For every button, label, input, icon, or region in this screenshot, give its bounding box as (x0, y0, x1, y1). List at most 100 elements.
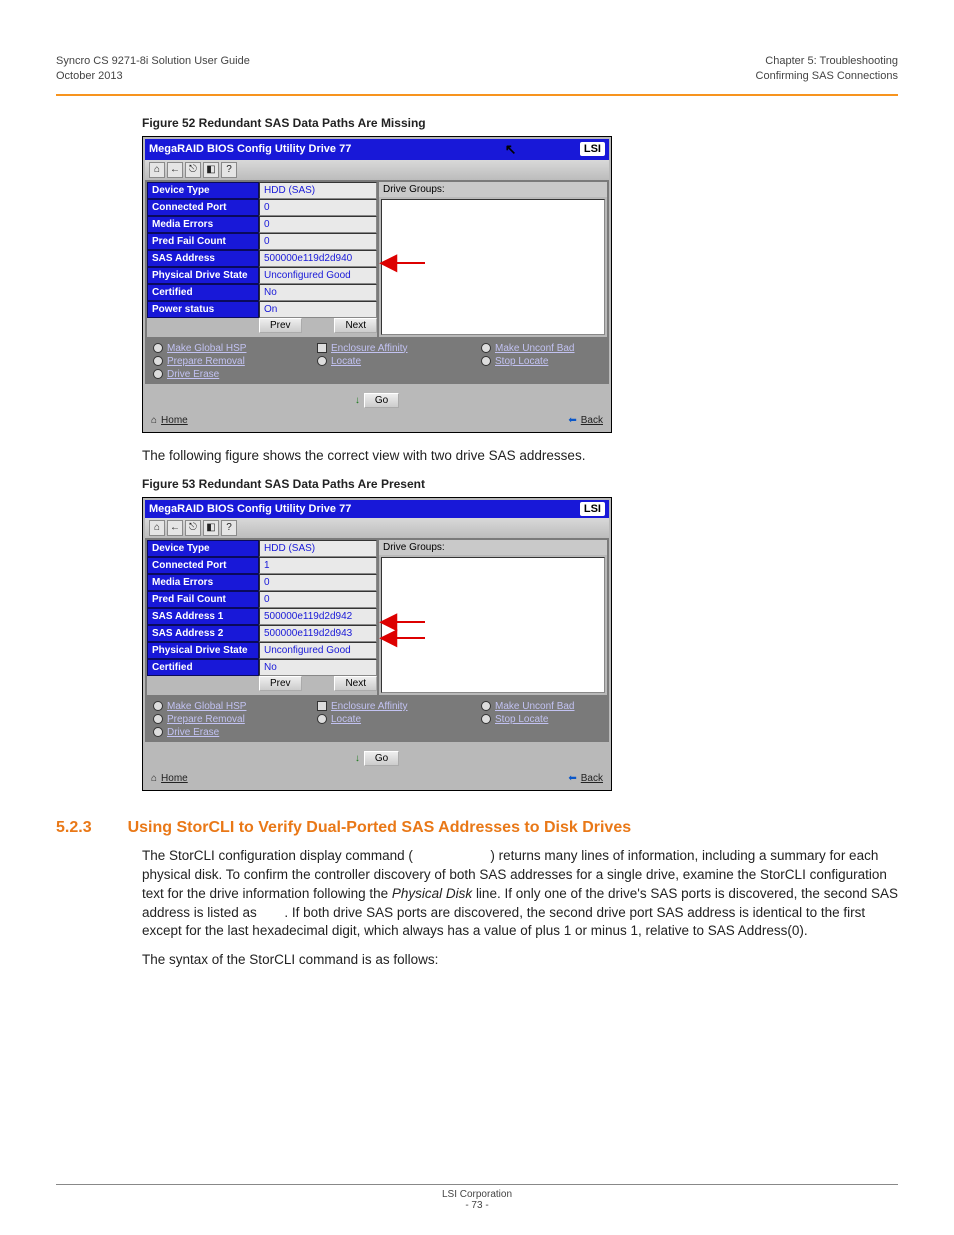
checkbox-icon[interactable] (317, 343, 327, 353)
prop-val: 0 (259, 199, 377, 216)
bios-title-text: MegaRAID BIOS Config Utility Drive 77 (149, 143, 351, 155)
go-arrow-icon: ↓ (355, 753, 360, 764)
prop-label: Certified (147, 659, 259, 676)
toolbar-home-icon[interactable]: ⌂ (149, 162, 165, 178)
prop-val: 0 (259, 591, 377, 608)
bios-titlebar: MegaRAID BIOS Config Utility Drive 77 LS… (145, 500, 609, 518)
section-heading: 5.2.3 Using StorCLI to Verify Dual-Porte… (56, 819, 898, 837)
radio-icon[interactable] (317, 356, 327, 366)
toolbar-exit-icon[interactable]: ⎋ (185, 520, 201, 536)
radio-icon[interactable] (481, 356, 491, 366)
bios-titlebar: MegaRAID BIOS Config Utility Drive 77 ↖ … (145, 139, 609, 160)
back-arrow-icon: ⬅ (568, 773, 576, 784)
section-title: Using StorCLI to Verify Dual-Ported SAS … (128, 819, 632, 837)
prop-label: Physical Drive State (147, 267, 259, 284)
opt-make-global-hsp[interactable]: Make Global HSP (167, 701, 246, 712)
prop-label: Pred Fail Count (147, 233, 259, 250)
toolbar-help-icon[interactable]: ? (221, 520, 237, 536)
back-link[interactable]: Back (581, 773, 603, 784)
opt-drive-erase[interactable]: Drive Erase (167, 727, 219, 738)
opt-stop-locate[interactable]: Stop Locate (495, 714, 548, 725)
radio-icon[interactable] (153, 727, 163, 737)
prop-label: Connected Port (147, 199, 259, 216)
opt-locate[interactable]: Locate (331, 356, 361, 367)
radio-icon[interactable] (481, 714, 491, 724)
page-header: Syncro CS 9271-8i Solution User Guide Oc… (56, 54, 898, 84)
figure53-wrap: MegaRAID BIOS Config Utility Drive 77 LS… (142, 497, 898, 791)
radio-icon[interactable] (481, 701, 491, 711)
opt-make-unconf-bad[interactable]: Make Unconf Bad (495, 343, 575, 354)
radio-icon[interactable] (317, 714, 327, 724)
between-figures-text: The following figure shows the correct v… (142, 447, 898, 465)
next-button[interactable]: Next (334, 676, 377, 691)
hdr-chapter: Chapter 5: Troubleshooting (756, 54, 898, 69)
prev-button[interactable]: Prev (259, 676, 302, 691)
opt-prepare-removal[interactable]: Prepare Removal (167, 356, 245, 367)
prev-button[interactable]: Prev (259, 318, 302, 333)
prop-val: Unconfigured Good (259, 267, 377, 284)
prop-val: 0 (259, 574, 377, 591)
lsi-logo: LSI (580, 142, 605, 156)
callout-arrow: ◀ (380, 249, 425, 275)
properties-pane: Device TypeHDD (SAS) Connected Port1 Med… (147, 540, 377, 695)
prop-label: SAS Address (147, 250, 259, 267)
bios-window-53: MegaRAID BIOS Config Utility Drive 77 LS… (142, 497, 612, 791)
radio-icon[interactable] (481, 343, 491, 353)
toolbar-ctrl-icon[interactable]: ◧ (203, 520, 219, 536)
opt-enclosure-affinity[interactable]: Enclosure Affinity (331, 701, 408, 712)
options-area: Make Global HSP Enclosure Affinity Make … (145, 697, 609, 742)
prop-val: 0 (259, 216, 377, 233)
prop-val: 1 (259, 557, 377, 574)
toolbar-help-icon[interactable]: ? (221, 162, 237, 178)
prop-val: Unconfigured Good (259, 642, 377, 659)
opt-locate[interactable]: Locate (331, 714, 361, 725)
page-footer: LSI Corporation - 73 - (56, 1184, 898, 1211)
bios-title-text: MegaRAID BIOS Config Utility Drive 77 (149, 503, 351, 515)
prop-val: No (259, 659, 377, 676)
prop-label: SAS Address 1 (147, 608, 259, 625)
hdr-section: Confirming SAS Connections (756, 69, 898, 84)
figure52-caption: Figure 52 Redundant SAS Data Paths Are M… (142, 116, 898, 130)
toolbar-exit-icon[interactable]: ⎋ (185, 162, 201, 178)
hdr-guide-title: Syncro CS 9271-8i Solution User Guide (56, 54, 250, 69)
opt-stop-locate[interactable]: Stop Locate (495, 356, 548, 367)
opt-prepare-removal[interactable]: Prepare Removal (167, 714, 245, 725)
prop-val: 500000e119d2d940 (259, 250, 377, 267)
callout-arrow-2: ◀ (380, 624, 425, 650)
opt-make-unconf-bad[interactable]: Make Unconf Bad (495, 701, 575, 712)
radio-icon[interactable] (153, 369, 163, 379)
opt-make-global-hsp[interactable]: Make Global HSP (167, 343, 246, 354)
back-arrow-icon: ⬅ (568, 415, 576, 426)
properties-pane: Device TypeHDD (SAS) Connected Port0 Med… (147, 182, 377, 337)
prop-label: Connected Port (147, 557, 259, 574)
checkbox-icon[interactable] (317, 701, 327, 711)
toolbar-ctrl-icon[interactable]: ◧ (203, 162, 219, 178)
prop-label: Certified (147, 284, 259, 301)
prop-val: 0 (259, 233, 377, 250)
toolbar-back-icon[interactable]: ← (167, 520, 183, 536)
section-paragraph-1: The StorCLI configuration display comman… (142, 847, 898, 941)
cursor-icon: ↖ (505, 141, 517, 158)
hdr-date: October 2013 (56, 69, 250, 84)
prop-label: Media Errors (147, 574, 259, 591)
home-link[interactable]: Home (161, 773, 188, 784)
home-icon: ⌂ (151, 773, 157, 784)
toolbar-home-icon[interactable]: ⌂ (149, 520, 165, 536)
radio-icon[interactable] (153, 343, 163, 353)
back-link[interactable]: Back (581, 415, 603, 426)
next-button[interactable]: Next (334, 318, 377, 333)
radio-icon[interactable] (153, 356, 163, 366)
prop-label: Media Errors (147, 216, 259, 233)
toolbar-back-icon[interactable]: ← (167, 162, 183, 178)
prop-val: 500000e119d2d942 (259, 608, 377, 625)
prop-label: Device Type (147, 182, 259, 199)
radio-icon[interactable] (153, 714, 163, 724)
radio-icon[interactable] (153, 701, 163, 711)
opt-enclosure-affinity[interactable]: Enclosure Affinity (331, 343, 408, 354)
figure53-caption: Figure 53 Redundant SAS Data Paths Are P… (142, 477, 898, 491)
go-button[interactable]: Go (364, 393, 399, 408)
home-link[interactable]: Home (161, 415, 188, 426)
go-button[interactable]: Go (364, 751, 399, 766)
opt-drive-erase[interactable]: Drive Erase (167, 369, 219, 380)
prop-label: Device Type (147, 540, 259, 557)
